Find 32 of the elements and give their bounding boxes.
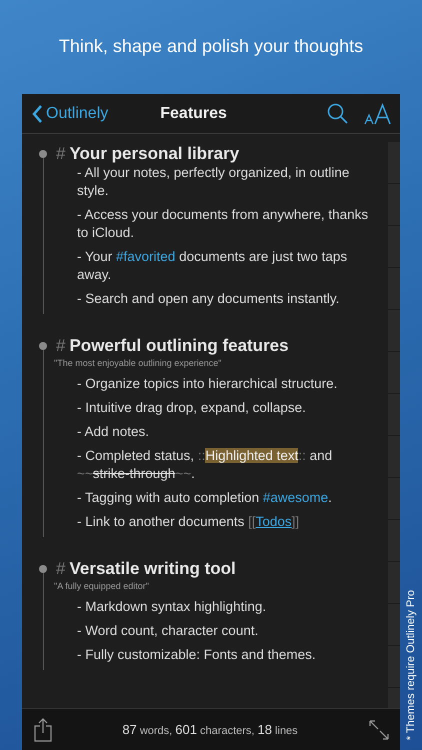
back-chevron-icon[interactable] bbox=[32, 104, 43, 124]
expand-button[interactable] bbox=[368, 718, 390, 740]
list-item-text: - Word count, character count. bbox=[77, 622, 260, 640]
bullet-dot bbox=[39, 150, 47, 158]
back-button[interactable]: Outlinely bbox=[32, 102, 108, 126]
list-item-text: - Add notes. bbox=[77, 423, 150, 442]
list-item-text: - Link to another documents [[Todos]] bbox=[77, 513, 300, 532]
list-item-text: - Fully customizable: Fonts and themes. bbox=[77, 646, 317, 664]
list-item-text: - All your notes, perfectly organized, in outline style. bbox=[77, 164, 350, 200]
list-item-text: - Completed status, ::Highlighted text:: and ~~strike-through~~. bbox=[77, 447, 334, 484]
section-note: "A fully equipped editor" bbox=[54, 580, 150, 593]
section-heading: # Versatile writing tool bbox=[56, 559, 237, 580]
list-item-text: - Access your documents from anywhere, thanks to iCloud. bbox=[77, 206, 370, 242]
list-item-text: - Tagging with auto completion #awesome. bbox=[77, 489, 333, 508]
document-link[interactable]: Todos bbox=[256, 514, 292, 530]
list-item-text: - Markdown syntax highlighting. bbox=[77, 598, 268, 616]
search-button[interactable] bbox=[327, 103, 348, 124]
share-button[interactable] bbox=[34, 718, 52, 742]
bullet-dot bbox=[39, 565, 47, 574]
bullet-dot bbox=[39, 342, 47, 350]
list-item-text: - Search and open any documents instantly. bbox=[77, 290, 340, 308]
word-count-text: 87 words, 601 characters, 18 lines bbox=[121, 720, 299, 739]
section-note: "The most enjoyable outlining experience" bbox=[54, 356, 222, 370]
side-note: * Themes require Outlinely Pro bbox=[404, 590, 418, 740]
list-item-text: - Intuitive drag drop, expand, collapse. bbox=[77, 399, 307, 418]
list-item-text: - Organize topics into hierarchical structure. bbox=[77, 375, 338, 394]
screen-title: Features bbox=[160, 104, 227, 124]
caption-text: Think, shape and polish your thoughts bbox=[58, 35, 364, 58]
list-item-text: - Your #favorited documents are just two taps away. bbox=[77, 248, 348, 284]
section-heading: # Powerful outlining features bbox=[56, 336, 290, 357]
section-heading: # Your personal library bbox=[56, 144, 240, 164]
font-size-button[interactable] bbox=[364, 102, 392, 124]
